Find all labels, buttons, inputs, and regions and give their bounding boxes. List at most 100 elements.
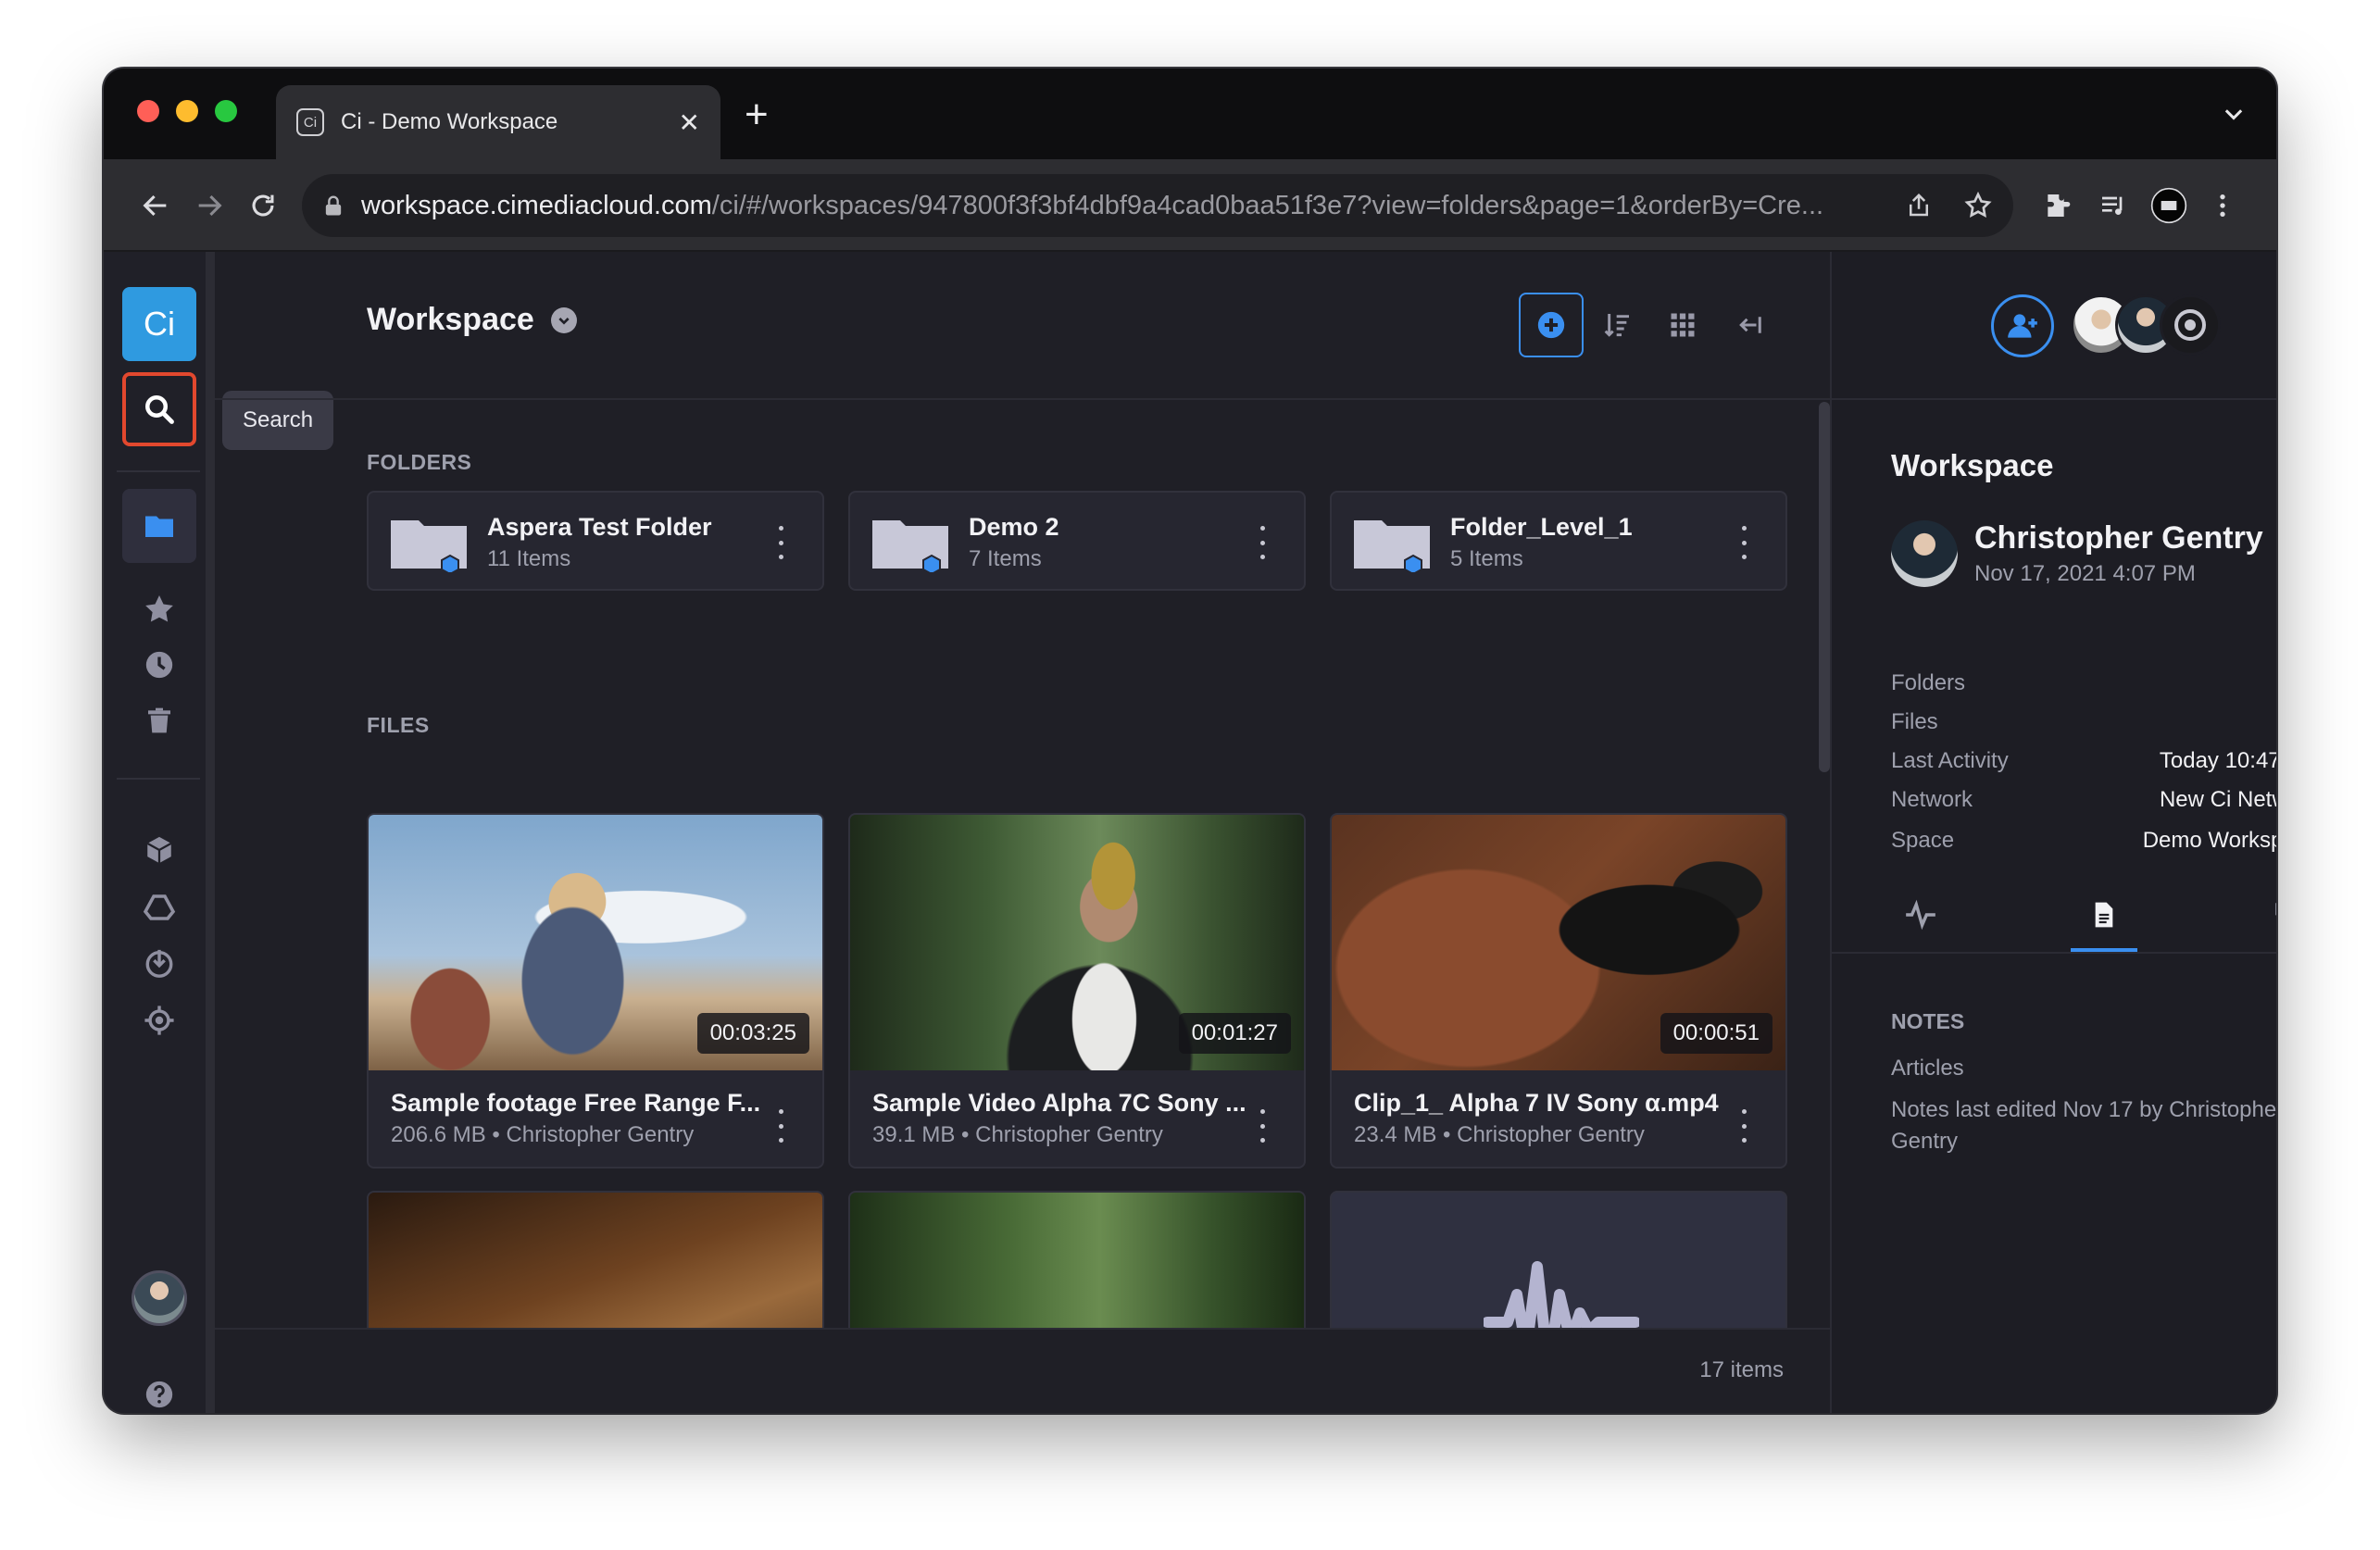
document-icon [2095,902,2113,928]
robot-face-icon [2174,309,2206,341]
video-duration: 00:00:51 [1660,1013,1772,1054]
profile-avatar-icon[interactable] [2150,187,2187,224]
folder-shared-icon [1354,520,1430,572]
more-options-icon[interactable] [776,526,785,559]
media-queue-icon[interactable] [2095,187,2132,224]
tab-tags[interactable] [2269,896,2276,933]
more-options-icon[interactable] [1739,1109,1748,1143]
details-panel: Workspace Christopher Gentry Nov 17, 202… [1830,252,2276,1413]
grid-icon [1671,313,1695,337]
main-header: Workspace [215,252,1830,400]
tab-title: Ci - Demo Workspace [341,109,558,134]
more-options-icon[interactable] [776,1109,785,1143]
download-icon [145,949,173,978]
add-user-button[interactable] [1991,294,2054,357]
item-count: 17 items [1699,1357,1784,1382]
file-card[interactable]: 00:00:51 Clip_1_ Alpha 7 IV Sony α.mp4 2… [1330,813,1787,1169]
help-question-icon [145,1381,173,1408]
maximize-window-button[interactable] [215,100,237,122]
folder-shared-icon [872,520,948,572]
plus-circle-icon [1537,311,1565,339]
details-panel-header [1832,252,2276,400]
add-user-icon [2008,314,2037,338]
sidebar-item-folders[interactable] [122,489,196,563]
ci-app: Ci Search Workspace FOLDERS Aspera Test … [104,252,2276,1413]
more-options-icon[interactable] [1258,1109,1267,1143]
audio-waveform-icon [1484,1261,1639,1328]
search-button[interactable] [122,372,196,446]
folder-card[interactable]: Folder_Level_1 5 Items [1330,491,1787,591]
video-duration: 00:03:25 [696,1013,809,1054]
file-card[interactable] [848,1191,1306,1328]
detail-row-files: Files13 [1891,709,1938,734]
sort-button[interactable] [1585,293,1650,357]
content-scrollbar[interactable] [1819,402,1830,772]
tab-strip: Ci Ci - Demo Workspace ✕ + [104,69,2276,159]
panel-tabs [1832,880,2276,954]
notes-label: NOTES [1891,1009,1965,1033]
video-thumbnail[interactable] [850,1193,1304,1328]
bookmark-star-icon[interactable] [1961,189,1995,222]
detail-row-folders: Folders3 [1891,670,1966,695]
close-window-button[interactable] [137,100,159,122]
sort-icon [1604,314,1629,337]
user-avatar[interactable] [132,1270,187,1326]
trash-icon [148,707,170,733]
help-button[interactable] [122,1357,196,1413]
ci-logo[interactable]: Ci [122,287,196,361]
more-options-icon[interactable] [1258,526,1267,559]
reload-icon[interactable] [244,187,282,224]
cube-icon [146,836,172,864]
browser-tab[interactable]: Ci Ci - Demo Workspace ✕ [276,85,720,159]
file-card[interactable]: 00:01:27 Sample Video Alpha 7C Sony ... … [848,813,1306,1169]
sidebar-item-trash[interactable] [122,683,196,757]
folder-name: Aspera Test Folder [487,513,712,541]
drive-triangle-icon [143,894,176,920]
collapse-panel-button[interactable] [1717,293,1782,357]
file-card[interactable]: 00:03:25 Sample footage Free Range F... … [367,813,824,1169]
active-tab-indicator [2071,948,2137,952]
folder-name: Demo 2 [969,513,1059,541]
folder-shared-icon [391,520,467,572]
activity-pulse-icon [1906,899,1935,931]
back-arrow-icon[interactable] [137,187,174,224]
lock-icon[interactable] [320,193,346,219]
add-new-button[interactable] [1519,293,1584,357]
forward-arrow-icon[interactable] [191,187,228,224]
extensions-puzzle-icon[interactable] [2039,187,2076,224]
more-options-icon[interactable] [1739,526,1748,559]
folder-item-count: 5 Items [1450,546,1523,571]
folder-card[interactable]: Aspera Test Folder 11 Items [367,491,824,591]
workspace-title[interactable]: Workspace [367,302,577,338]
close-tab-icon[interactable]: ✕ [679,107,700,138]
new-tab-button[interactable]: + [745,94,769,135]
left-nav-scrollbar[interactable] [206,252,215,1413]
browser-toolbar: workspace.cimediacloud.com/ci/#/workspac… [104,159,2276,252]
folder-name: Folder_Level_1 [1450,513,1633,541]
detail-row-network: NetworkNew Ci Network [1891,787,2276,812]
address-bar[interactable]: workspace.cimediacloud.com/ci/#/workspac… [302,174,2013,237]
folder-item-count: 7 Items [969,546,1042,571]
browser-menu-icon[interactable] [2204,187,2241,224]
grid-view-button[interactable] [1650,293,1715,357]
owner-avatar [1891,520,1958,587]
file-card[interactable] [367,1191,824,1328]
file-card[interactable] [1330,1191,1787,1328]
notes-last-edited: Notes last edited Nov 17 by Christopher … [1891,1097,2276,1154]
video-duration: 00:01:27 [1178,1013,1291,1054]
member-avatar[interactable] [2160,294,2221,356]
search-icon [145,395,174,424]
browser-window: Ci Ci - Demo Workspace ✕ + workspace.cim… [104,69,2276,1413]
star-icon [145,595,173,622]
sidebar-item-integrations[interactable] [122,983,196,1057]
chevron-down-icon[interactable] [550,306,577,333]
tab-notes[interactable] [2086,896,2123,933]
minimize-window-button[interactable] [176,100,198,122]
chevron-down-icon[interactable] [2221,102,2247,128]
video-thumbnail[interactable] [369,1193,822,1328]
file-name: Sample Video Alpha 7C Sony ... [872,1089,1246,1117]
file-meta: 206.6 MB • Christopher Gentry [391,1122,695,1147]
folder-card[interactable]: Demo 2 7 Items [848,491,1306,591]
tab-activity[interactable] [1902,896,1939,933]
share-icon[interactable] [1902,189,1935,222]
